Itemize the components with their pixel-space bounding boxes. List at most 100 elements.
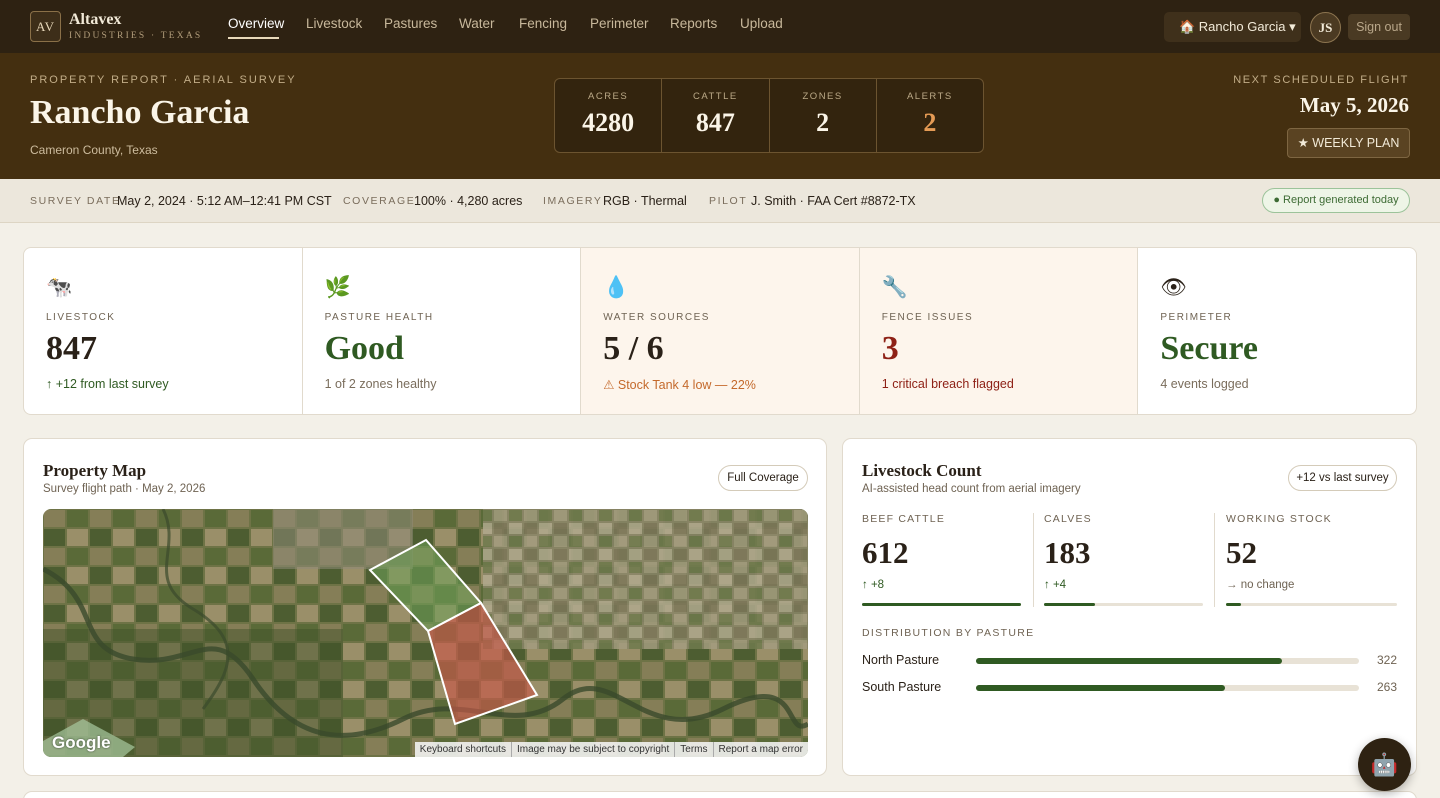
survey-date-value: May 2, 2024 · 5:12 AM–12:41 PM CST [117, 194, 332, 208]
kpi-cards: 🐄 LIVESTOCK 847 ↑ +12 from last survey 🌿… [23, 247, 1417, 415]
kpi-water-sources[interactable]: 💧 WATER SOURCES 5 / 6 ⚠ Stock Tank 4 low… [581, 248, 860, 414]
count-bar-track [1044, 603, 1203, 606]
property-map-panel: Property Map Survey flight path · May 2,… [23, 438, 827, 776]
stat-value: 2 [923, 108, 937, 137]
satellite-imagery [43, 509, 808, 757]
next-section-card [23, 791, 1417, 798]
brand-logo[interactable]: AV [30, 11, 61, 42]
kpi-value: 3 [881, 330, 899, 367]
nav-perimeter[interactable]: Perimeter [590, 16, 649, 31]
wrench-icon: 🔧 [881, 276, 908, 299]
cow-icon: 🐄 [46, 276, 73, 299]
stat-label: CATTLE [693, 91, 738, 102]
copyright-notice: Image may be subject to copyright [510, 742, 674, 757]
kpi-value: 5 / 6 [603, 330, 664, 367]
count-bar-fill [1226, 603, 1242, 606]
kpi-label: PASTURE HEALTH [324, 312, 434, 323]
kpi-subtext: 1 critical breach flagged [881, 377, 1014, 391]
nav-pastures[interactable]: Pastures [384, 16, 437, 31]
kpi-subtext: ↑ +12 from last survey [46, 377, 169, 391]
keyboard-shortcuts-link[interactable]: Keyboard shortcuts [415, 742, 511, 757]
panel-subtitle: AI-assisted head count from aerial image… [862, 483, 1081, 495]
google-logo: Google [52, 733, 111, 752]
next-flight-date: May 5, 2026 [1299, 93, 1409, 117]
count-delta: ↑ +8 [862, 579, 885, 591]
sign-out-button[interactable]: Sign out [1348, 14, 1410, 40]
top-navigation-bar: AV Altavex INDUSTRIES · TEXAS Overview L… [0, 0, 1440, 53]
pilot-label: PILOT [709, 195, 748, 207]
survey-date-label: SURVEY DATE [30, 195, 121, 207]
kpi-subtext: 1 of 2 zones healthy [324, 377, 437, 391]
nav-fencing[interactable]: Fencing [519, 16, 567, 31]
kpi-value: 847 [46, 330, 97, 367]
panel-subtitle: Survey flight path · May 2, 2026 [43, 483, 206, 495]
full-coverage-button[interactable]: Full Coverage [718, 465, 808, 491]
kpi-label: FENCE ISSUES [881, 312, 974, 323]
pasture-name: South Pasture [862, 680, 942, 694]
stat-value: 847 [695, 108, 735, 137]
coverage-label: COVERAGE [343, 195, 416, 207]
survey-delta-pill[interactable]: +12 vs last survey [1288, 465, 1397, 491]
brand-tagline: INDUSTRIES · TEXAS [69, 31, 203, 41]
beef-cattle-count: BEEF CATTLE 612 ↑ +8 [862, 513, 1022, 607]
active-tab-indicator [228, 37, 279, 39]
nav-overview[interactable]: Overview [228, 16, 284, 31]
kpi-value: Secure [1160, 330, 1258, 367]
kpi-pasture-health[interactable]: 🌿 PASTURE HEALTH Good 1 of 2 zones healt… [303, 248, 582, 414]
brand-name[interactable]: Altavex [69, 11, 121, 29]
pasture-bar-track [976, 685, 1359, 691]
kpi-fence-issues[interactable]: 🔧 FENCE ISSUES 3 1 critical breach flagg… [859, 248, 1139, 414]
count-delta: ↑ +4 [1044, 579, 1067, 591]
stat-value: 4280 [582, 108, 635, 137]
stat-acres: ACRES 4280 [555, 79, 663, 152]
pasture-row-south[interactable]: South Pasture 263 [862, 680, 1397, 696]
stat-value: 2 [816, 108, 830, 137]
pasture-bar-fill [976, 658, 1283, 664]
column-divider [1033, 513, 1034, 607]
kpi-label: PERIMETER [1160, 312, 1233, 323]
count-value: 612 [862, 535, 909, 570]
count-bar-track [862, 603, 1021, 606]
panel-title: Livestock Count [862, 461, 982, 480]
nav-water[interactable]: Water [459, 16, 495, 31]
nav-reports[interactable]: Reports [670, 16, 717, 31]
nav-upload[interactable]: Upload [740, 16, 783, 31]
imagery-value: RGB · Thermal [603, 194, 687, 208]
count-bar-fill [862, 603, 1021, 606]
report-map-error-link[interactable]: Report a map error [712, 742, 808, 757]
summary-stats: ACRES 4280 CATTLE 847 ZONES 2 ALERTS 2 [554, 78, 984, 153]
count-label: CALVES [1044, 513, 1092, 525]
stat-zones: ZONES 2 [770, 79, 877, 152]
count-value: 52 [1226, 535, 1257, 570]
count-bar-fill [1044, 603, 1095, 606]
weekly-plan-button[interactable]: ★ WEEKLY PLAN [1287, 128, 1410, 158]
count-label: WORKING STOCK [1226, 513, 1332, 525]
report-status-badge: ● Report generated today [1262, 188, 1410, 213]
terms-link[interactable]: Terms [674, 742, 712, 757]
count-delta: → no change [1226, 579, 1295, 591]
pasture-count: 263 [1376, 680, 1397, 694]
nav-livestock[interactable]: Livestock [306, 16, 362, 31]
pasture-name: North Pasture [862, 653, 940, 667]
pasture-row-north[interactable]: North Pasture 322 [862, 653, 1397, 669]
stat-alerts[interactable]: ALERTS 2 [877, 79, 983, 152]
working-stock-count: WORKING STOCK 52 → no change [1226, 513, 1398, 607]
stat-label: ALERTS [906, 91, 953, 102]
pasture-bar-track [976, 658, 1359, 664]
kpi-livestock[interactable]: 🐄 LIVESTOCK 847 ↑ +12 from last survey [24, 248, 303, 414]
kpi-subtext: ⚠ Stock Tank 4 low — 22% [603, 378, 756, 392]
stat-label: ACRES [588, 91, 629, 102]
pasture-count: 322 [1376, 653, 1397, 667]
assistant-bot-button[interactable]: 🤖 [1358, 738, 1411, 791]
kpi-subtext: 4 events logged [1160, 377, 1249, 391]
count-label: BEEF CATTLE [862, 513, 946, 525]
page-title: Rancho Garcia [30, 94, 250, 131]
satellite-map[interactable]: Google Keyboard shortcuts Image may be s… [43, 509, 808, 757]
user-avatar[interactable]: JS [1310, 12, 1341, 43]
calves-count: CALVES 183 ↑ +4 [1044, 513, 1204, 607]
panel-title: Property Map [43, 461, 147, 480]
livestock-count-panel: Livestock Count AI-assisted head count f… [842, 438, 1417, 776]
water-drop-icon: 💧 [603, 276, 630, 299]
kpi-perimeter[interactable]: 👁 PERIMETER Secure 4 events logged [1138, 248, 1416, 414]
property-selector[interactable]: 🏠 Rancho Garcia ▾ [1164, 12, 1301, 42]
